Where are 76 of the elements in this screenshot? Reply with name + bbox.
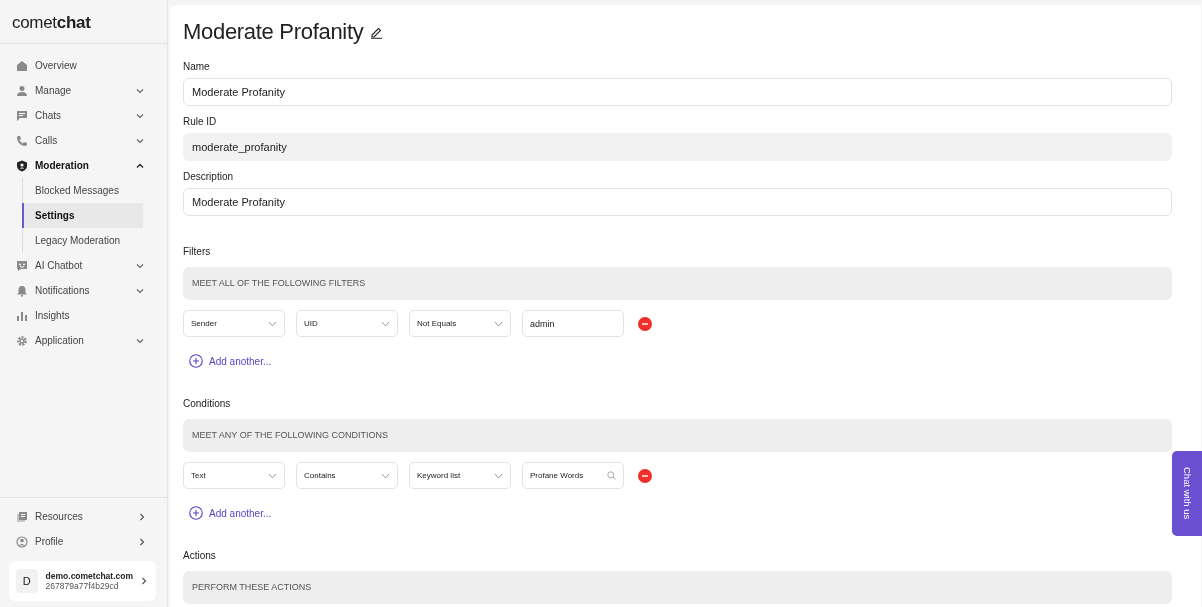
- chat-icon: [16, 109, 28, 122]
- account-id: 267879a77f4b29cd: [45, 581, 120, 591]
- field-label: Rule ID: [183, 116, 218, 127]
- chevron-icon: [136, 262, 144, 269]
- section-label: Actions: [183, 550, 217, 561]
- dropdown[interactable]: Contains: [296, 462, 398, 489]
- bar-chart-icon: [16, 309, 28, 322]
- plus-circle-icon: [189, 354, 203, 368]
- chevron-icon: [136, 337, 144, 344]
- dropdown[interactable]: UID: [296, 310, 398, 337]
- section-label: Conditions: [183, 398, 232, 409]
- chevron-icon: [136, 87, 144, 94]
- chevron-icon: [139, 537, 145, 546]
- chevron-icon: [139, 512, 145, 521]
- dropdown[interactable]: Keyword list: [409, 462, 511, 489]
- chevron-icon: [268, 320, 277, 327]
- account-card[interactable]: D demo.cometchat.com 267879a77f4b29cd: [9, 561, 156, 601]
- nav-item[interactable]: Moderation: [0, 153, 167, 178]
- chevron-icon: [381, 472, 390, 479]
- nav-item[interactable]: Overview: [0, 53, 167, 78]
- remove-icon: [638, 316, 652, 331]
- input-field[interactable]: Moderate Profanity: [183, 188, 1172, 216]
- input-field[interactable]: admin: [522, 310, 624, 337]
- chat-button[interactable]: Chat with us: [1172, 451, 1202, 536]
- nav-item[interactable]: Calls: [0, 128, 167, 153]
- bell-icon: [16, 284, 28, 297]
- pencil-icon[interactable]: [370, 25, 384, 39]
- page-title: Moderate Profanity: [183, 19, 364, 45]
- nav-item[interactable]: Insights: [0, 303, 167, 328]
- plus-circle-icon: [189, 506, 203, 520]
- shield-icon: [16, 159, 28, 172]
- nav-item[interactable]: Application: [0, 328, 167, 353]
- dropdown[interactable]: Sender: [183, 310, 285, 337]
- field-label: Description: [183, 171, 235, 182]
- nav-item[interactable]: Manage: [0, 78, 167, 103]
- search-icon: [607, 471, 616, 480]
- gear-icon: [16, 334, 28, 347]
- book-icon: [16, 510, 28, 523]
- nav-item[interactable]: Profile: [0, 529, 167, 554]
- section-banner: PERFORM THESE ACTIONS: [183, 571, 1172, 604]
- field-label: Name: [183, 61, 211, 72]
- nav-item[interactable]: Notifications: [0, 278, 167, 303]
- user-circle-icon: [16, 535, 28, 548]
- submenu-item[interactable]: Settings: [22, 203, 143, 228]
- nav-item[interactable]: Chats: [0, 103, 167, 128]
- nav-item[interactable]: AI Chatbot: [0, 253, 167, 278]
- chevron-icon: [141, 577, 147, 585]
- dropdown[interactable]: Text: [183, 462, 285, 489]
- add-another-link[interactable]: Add another...: [209, 355, 272, 367]
- bot-icon: [16, 259, 28, 272]
- remove-icon: [638, 468, 652, 483]
- section-label: Filters: [183, 246, 212, 257]
- avatar: D: [16, 569, 38, 593]
- account-name: demo.cometchat.com: [45, 571, 133, 581]
- chevron-icon: [494, 320, 503, 327]
- search-field[interactable]: Profane Words: [522, 462, 624, 489]
- submenu-item[interactable]: Legacy Moderation: [23, 228, 144, 253]
- nav-item[interactable]: Resources: [0, 504, 167, 529]
- home-icon: [16, 59, 28, 72]
- dropdown[interactable]: Not Equals: [409, 310, 511, 337]
- chevron-icon: [381, 320, 390, 327]
- logo: cometchat: [0, 0, 167, 44]
- chevron-icon: [494, 472, 503, 479]
- chevron-icon: [268, 472, 277, 479]
- section-banner: MEET ANY OF THE FOLLOWING CONDITIONS: [183, 419, 1172, 452]
- chevron-icon: [136, 112, 144, 119]
- person-icon: [16, 84, 28, 97]
- submenu-item[interactable]: Blocked Messages: [23, 178, 144, 203]
- chevron-icon: [136, 287, 144, 294]
- section-banner: MEET ALL OF THE FOLLOWING FILTERS: [183, 267, 1172, 300]
- input-field[interactable]: Moderate Profanity: [183, 78, 1172, 106]
- phone-icon: [16, 134, 28, 147]
- chevron-icon: [136, 162, 144, 169]
- chevron-icon: [136, 137, 144, 144]
- input-field: moderate_profanity: [183, 133, 1172, 161]
- add-another-link[interactable]: Add another...: [209, 507, 272, 519]
